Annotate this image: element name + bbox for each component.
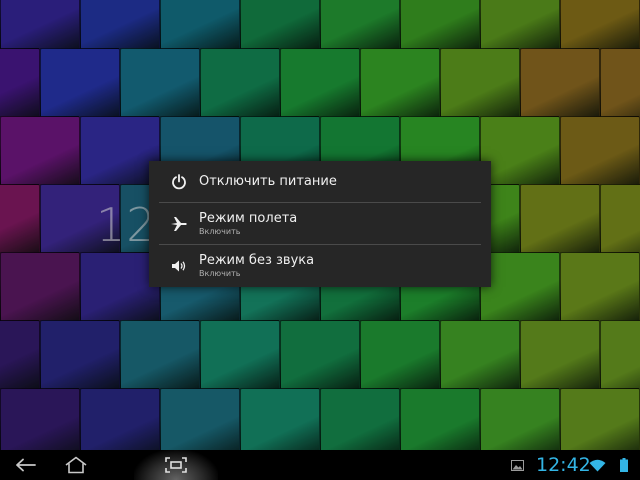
wallpaper-cube bbox=[560, 388, 640, 450]
back-icon bbox=[16, 458, 36, 472]
wallpaper-cube bbox=[0, 388, 80, 450]
airplane-mode-label: Режим полета bbox=[199, 210, 298, 226]
image-notification-icon bbox=[510, 459, 524, 471]
wallpaper-cube bbox=[80, 388, 160, 450]
battery-indicator bbox=[616, 450, 632, 480]
power-icon bbox=[159, 161, 199, 203]
silent-mode-label: Режим без звука bbox=[199, 253, 315, 268]
wallpaper-cube bbox=[400, 388, 480, 450]
silent-mode-status: Включить bbox=[199, 269, 241, 278]
silent-mode-option[interactable]: Режим без звука Включить bbox=[159, 245, 481, 287]
wallpaper-cube bbox=[480, 388, 560, 450]
system-bar: 12:42 bbox=[0, 450, 640, 480]
wifi-icon bbox=[589, 459, 605, 471]
airplane-mode-status: Включить bbox=[199, 226, 241, 236]
image-notification[interactable] bbox=[508, 450, 526, 480]
speaker-icon bbox=[159, 245, 199, 287]
airplane-mode-option[interactable]: Режим полета Включить bbox=[159, 203, 481, 245]
screenshot-icon bbox=[165, 457, 187, 473]
power-options-dialog: Отключить питание Режим полета Включить bbox=[149, 161, 491, 287]
power-off-label: Отключить питание bbox=[199, 174, 337, 189]
back-button[interactable] bbox=[8, 450, 44, 480]
battery-icon bbox=[620, 458, 628, 472]
wifi-indicator bbox=[587, 450, 607, 480]
wallpaper-cube bbox=[240, 388, 320, 450]
lockscreen-clock: 12 bbox=[96, 198, 157, 252]
home-icon bbox=[65, 456, 87, 474]
home-button[interactable] bbox=[58, 450, 94, 480]
status-clock[interactable]: 12:42 bbox=[536, 453, 591, 477]
wallpaper-cube bbox=[160, 388, 240, 450]
wallpaper-cube bbox=[320, 388, 400, 450]
screenshot-button[interactable] bbox=[158, 450, 194, 480]
airplane-icon bbox=[159, 203, 199, 245]
screen: 12 Отключить питание Режим полета Включи… bbox=[0, 0, 640, 480]
power-off-option[interactable]: Отключить питание bbox=[159, 161, 481, 203]
